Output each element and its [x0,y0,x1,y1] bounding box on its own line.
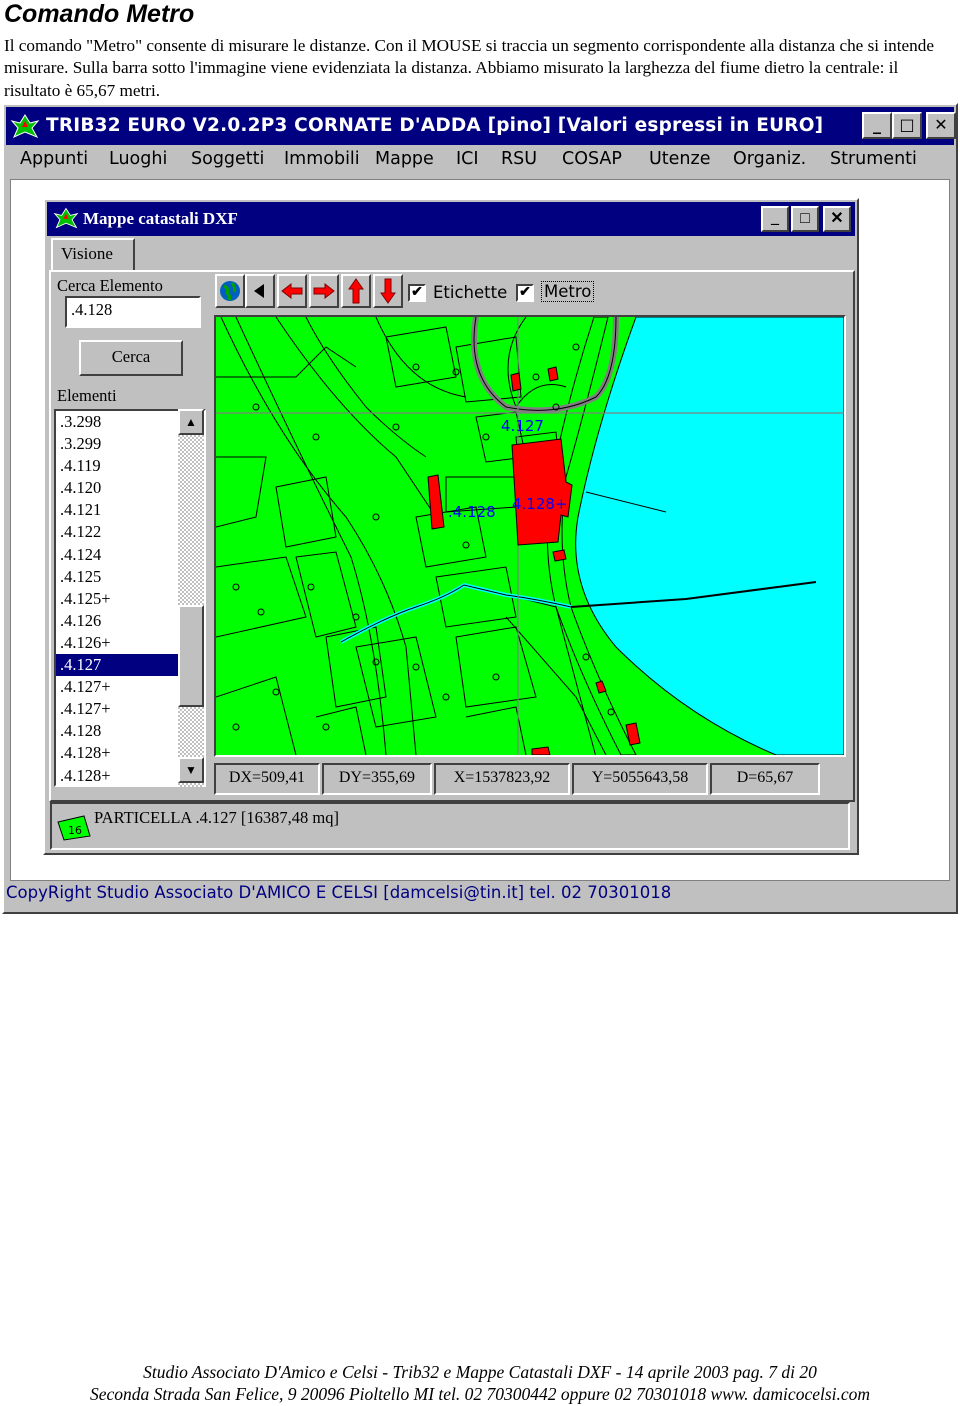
tab-visione[interactable]: Visione [51,238,135,272]
particella-info-bar: 16 PARTICELLA .4.127 [16387,48 mq] [50,802,850,850]
metro-checkbox[interactable]: ✔ [516,284,534,302]
mappe-close-button[interactable]: ✕ [823,206,851,232]
menu-strumenti[interactable]: Strumenti [830,149,917,169]
menu-soggetti[interactable]: Soggetti [191,149,264,169]
footer-line-1: Studio Associato D'Amico e Celsi - Trib3… [143,1362,817,1382]
metro-label[interactable]: Metro [541,281,595,302]
cadastral-map[interactable]: 4.127 .4.128 4.128+ [214,315,846,757]
map-label-4128-plus: 4.128+ [512,495,568,513]
map-label-4127: 4.127 [501,417,544,435]
menu-cosap[interactable]: COSAP [562,149,622,169]
mappe-maximize-button[interactable]: □ [791,206,819,232]
menu-immobili[interactable]: Immobili [284,149,360,169]
etichette-label[interactable]: Etichette [433,283,507,302]
minimize-icon: _ [771,210,779,227]
readout-x: X=1537823,92 [434,763,570,795]
move-up-button[interactable] [341,274,371,308]
parcel-icon: 16 [57,815,91,841]
main-titlebar[interactable]: TRIB32 EURO V2.0.2P3 CORNATE D'ADDA [pin… [6,107,956,145]
menu-rsu[interactable]: RSU [501,149,537,169]
menu-appunti[interactable]: Appunti [20,149,88,169]
move-down-button[interactable] [373,274,403,308]
arrow-left-red-icon [281,282,303,300]
maximize-icon: □ [899,115,915,134]
mappe-minimize-button[interactable]: _ [761,206,789,232]
checkmark-icon: ✔ [519,285,531,300]
app-logo-icon [10,114,40,139]
mappe-window-title: Mappe catastali DXF [83,209,238,228]
move-right-button[interactable] [309,274,339,308]
globe-icon [220,281,240,301]
menu-utenze[interactable]: Utenze [649,149,710,169]
minimize-icon: _ [873,115,881,134]
maximize-icon: □ [800,210,810,227]
arrow-up-red-icon [348,278,364,304]
close-button[interactable]: ✕ [926,112,956,139]
scroll-thumb[interactable] [178,605,204,707]
parcel-icon-label: 16 [68,824,82,837]
cerca-elemento-label: Cerca Elemento [57,276,163,295]
document-title: Comando Metro [4,0,195,28]
arrow-up-icon: ▲ [185,415,197,429]
menu-ici[interactable]: ICI [456,149,479,169]
readout-distance: D=65,67 [710,763,820,795]
copyright-status: CopyRight Studio Associato D'AMICO E CEL… [6,883,672,902]
readout-dx: DX=509,41 [214,763,320,795]
maximize-button[interactable]: □ [892,112,922,139]
checkmark-icon: ✔ [411,285,423,300]
scroll-up-button[interactable]: ▲ [178,409,204,435]
cerca-button[interactable]: Cerca [79,340,183,376]
document-paragraph: Il comando "Metro" consente di misurare … [4,36,934,100]
menu-luoghi[interactable]: Luoghi [109,149,167,169]
map-label-4128: .4.128 [448,503,496,521]
arrow-down-red-icon [380,278,396,304]
elements-scrollbar[interactable]: ▲ ▼ [178,409,204,787]
mappe-titlebar[interactable]: Mappe catastali DXF _ □ ✕ [47,202,855,236]
move-left-button[interactable] [277,274,307,308]
arrow-right-red-icon [313,282,335,300]
readout-dy: DY=355,69 [322,763,432,795]
minimize-button[interactable]: _ [862,112,892,139]
pan-left-button[interactable] [245,274,275,308]
search-input[interactable]: .4.128 [65,296,201,328]
globe-button[interactable] [215,274,245,308]
close-icon: ✕ [830,210,844,227]
arrow-left-small-icon [254,284,264,298]
etichette-checkbox[interactable]: ✔ [408,284,426,302]
map-drawing: 4.127 .4.128 4.128+ [216,317,844,755]
mappe-logo-icon [53,207,79,229]
main-window-title: TRIB32 EURO V2.0.2P3 CORNATE D'ADDA [pin… [46,115,824,136]
readout-y: Y=5055643,58 [572,763,708,795]
elementi-label: Elementi [57,386,117,405]
close-icon: ✕ [934,115,948,134]
particella-info-text: PARTICELLA .4.127 [16387,48 mq] [94,808,339,827]
menu-bar: Appunti Luoghi Soggetti Immobili Mappe I… [6,149,954,175]
scroll-down-button[interactable]: ▼ [178,757,204,783]
footer-line-2: Seconda Strada San Felice, 9 20096 Piolt… [89,1384,871,1404]
menu-mappe[interactable]: Mappe [375,149,434,169]
arrow-down-icon: ▼ [185,763,197,777]
menu-organiz[interactable]: Organiz. [733,149,806,169]
